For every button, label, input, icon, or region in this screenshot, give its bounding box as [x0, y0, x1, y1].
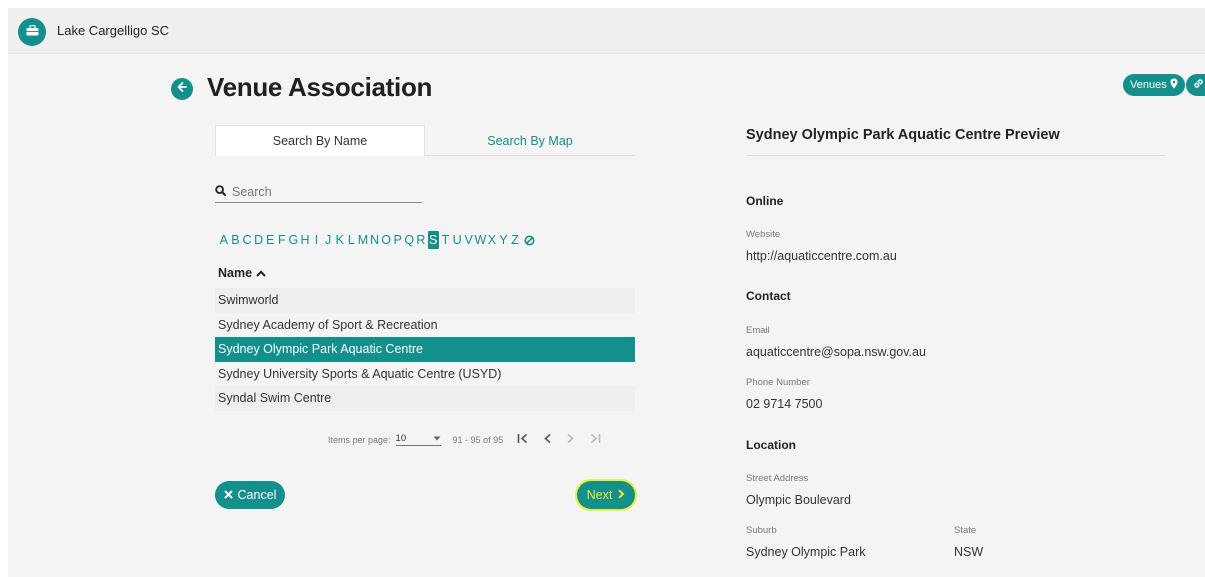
- map-pin-icon: [1170, 78, 1178, 92]
- next-button-label: Next: [586, 488, 613, 502]
- letter-filter-p[interactable]: P: [392, 233, 404, 247]
- org-avatar[interactable]: [18, 18, 46, 46]
- top-bar: Lake Cargelligo SC: [8, 8, 1205, 54]
- letter-filter-r[interactable]: R: [415, 233, 427, 247]
- divider: [746, 155, 1166, 156]
- suburb-value: Sydney Olympic Park: [746, 545, 866, 559]
- search-field: [215, 182, 422, 203]
- search-icon: [215, 183, 226, 201]
- alphabet-filter: ABCDEFGHIJKLMNOPQRSTUVWXYZ: [218, 231, 535, 249]
- letter-filter-u[interactable]: U: [451, 233, 463, 247]
- chevron-up-icon: [256, 266, 266, 280]
- street-address-label: Street Address: [746, 473, 809, 484]
- email-value: aquaticcentre@sopa.nsw.gov.au: [746, 345, 926, 359]
- location-heading: Location: [746, 438, 796, 452]
- letter-filter-m[interactable]: M: [357, 233, 369, 247]
- letter-filter-o[interactable]: O: [380, 233, 392, 247]
- letter-filter-j[interactable]: J: [322, 233, 334, 247]
- last-page-icon: [589, 433, 601, 446]
- tab-search-by-name[interactable]: Search By Name: [215, 125, 425, 156]
- page-size-select[interactable]: 10: [395, 433, 441, 446]
- letter-filter-a[interactable]: A: [218, 233, 230, 247]
- letter-filter-g[interactable]: G: [288, 233, 300, 247]
- paginator: Items per page: 10 91 - 95 of 95: [328, 433, 601, 446]
- first-page-icon: [517, 433, 529, 446]
- next-button[interactable]: Next: [577, 481, 635, 509]
- letter-filter-i[interactable]: I: [311, 233, 323, 247]
- next-page-button[interactable]: [566, 433, 575, 446]
- list-item[interactable]: Sydney Olympic Park Aquatic Centre: [215, 337, 635, 362]
- venues-button[interactable]: Venues: [1123, 74, 1185, 96]
- list-item[interactable]: Sydney Academy of Sport & Recreation: [215, 313, 635, 338]
- page-size-value: 10: [395, 433, 407, 444]
- app-frame: Lake Cargelligo SC Venue Association Ven…: [8, 8, 1205, 577]
- suburb-label: Suburb: [746, 525, 777, 536]
- letter-filter-q[interactable]: Q: [404, 233, 416, 247]
- close-icon: [224, 488, 233, 502]
- briefcase-icon: [26, 23, 39, 41]
- website-label: Website: [746, 229, 781, 240]
- venue-list: Swimworld Sydney Academy of Sport & Recre…: [215, 288, 635, 411]
- letter-filter-x[interactable]: X: [486, 233, 498, 247]
- page-range: 91 - 95 of 95: [452, 434, 504, 445]
- link-button[interactable]: [1186, 74, 1205, 96]
- chevron-left-icon: [543, 433, 552, 446]
- phone-value: 02 9714 7500: [746, 397, 823, 411]
- clear-filter-icon[interactable]: [524, 235, 535, 246]
- cancel-button-label: Cancel: [237, 488, 277, 502]
- list-item[interactable]: Sydney University Sports & Aquatic Centr…: [215, 362, 635, 387]
- arrow-left-icon: [176, 80, 188, 98]
- online-heading: Online: [746, 194, 784, 208]
- search-tabs: Search By Name Search By Map: [215, 125, 635, 156]
- items-per-page-label: Items per page:: [328, 434, 391, 445]
- website-value: http://aquaticcentre.com.au: [746, 249, 897, 263]
- list-item[interactable]: Syndal Swim Centre: [215, 386, 635, 411]
- contact-heading: Contact: [746, 289, 791, 303]
- email-label: Email: [746, 325, 770, 336]
- letter-filter-b[interactable]: B: [230, 233, 242, 247]
- search-input[interactable]: [232, 185, 412, 199]
- state-label: State: [954, 525, 977, 536]
- preview-title: Sydney Olympic Park Aquatic Centre Previ…: [746, 127, 1060, 143]
- venues-button-label: Venues: [1130, 79, 1167, 91]
- cancel-button[interactable]: Cancel: [215, 481, 285, 509]
- letter-filter-k[interactable]: K: [334, 233, 346, 247]
- previous-page-button[interactable]: [543, 433, 552, 446]
- state-value: NSW: [954, 545, 984, 559]
- letter-filter-l[interactable]: L: [346, 233, 358, 247]
- back-button[interactable]: [171, 78, 193, 100]
- letter-filter-e[interactable]: E: [264, 233, 276, 247]
- letter-filter-c[interactable]: C: [241, 233, 253, 247]
- name-column-header[interactable]: Name: [218, 266, 266, 280]
- letter-filter-d[interactable]: D: [253, 233, 265, 247]
- dropdown-arrow-icon: [433, 433, 441, 444]
- letter-filter-v[interactable]: V: [463, 233, 475, 247]
- letter-filter-h[interactable]: H: [299, 233, 311, 247]
- last-page-button[interactable]: [589, 433, 601, 446]
- letter-filter-z[interactable]: Z: [509, 233, 521, 247]
- list-item[interactable]: Swimworld: [215, 288, 635, 313]
- link-icon: [1193, 78, 1204, 92]
- org-name[interactable]: Lake Cargelligo SC: [57, 23, 169, 38]
- letter-filter-y[interactable]: Y: [498, 233, 510, 247]
- letter-filter-w[interactable]: W: [474, 233, 486, 247]
- chevron-right-icon: [617, 488, 625, 502]
- tab-search-by-map[interactable]: Search By Map: [425, 125, 635, 156]
- chevron-right-icon: [566, 433, 575, 446]
- letter-filter-n[interactable]: N: [369, 233, 381, 247]
- letter-filter-t[interactable]: T: [440, 233, 452, 247]
- page-title: Venue Association: [207, 72, 433, 102]
- letter-filter-s[interactable]: S: [427, 231, 439, 249]
- phone-label: Phone Number: [746, 377, 810, 388]
- letter-filter-f[interactable]: F: [276, 233, 288, 247]
- name-column-header-label: Name: [218, 266, 253, 280]
- street-address-value: Olympic Boulevard: [746, 493, 851, 507]
- first-page-button[interactable]: [517, 433, 529, 446]
